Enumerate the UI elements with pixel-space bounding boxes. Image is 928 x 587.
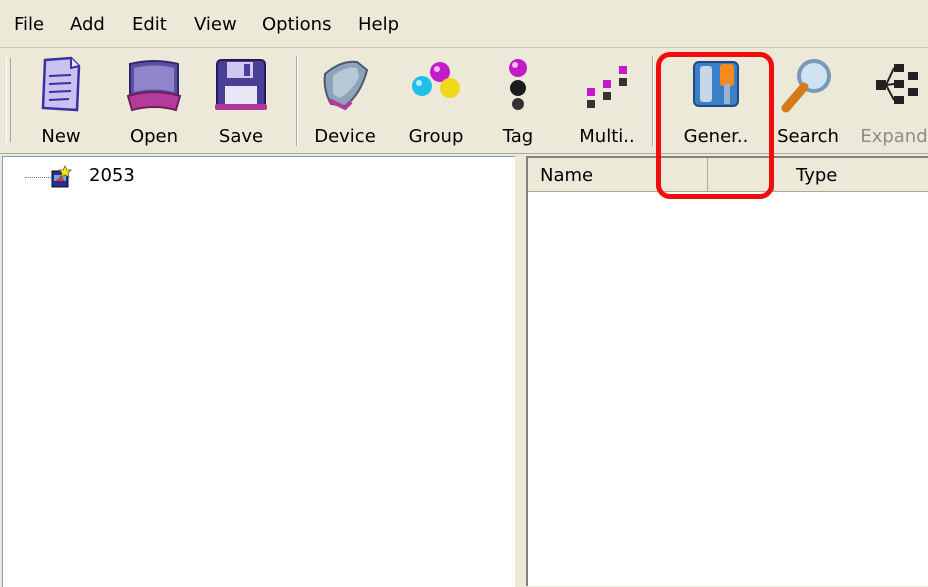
menu-edit[interactable]: Edit bbox=[132, 14, 167, 35]
new-button[interactable]: New bbox=[28, 48, 94, 154]
save-button[interactable]: Save bbox=[206, 48, 276, 154]
tag-balls-icon bbox=[509, 59, 527, 110]
tree-view[interactable]: 2053 bbox=[2, 156, 515, 587]
menu-options[interactable]: Options bbox=[262, 14, 331, 35]
search-label: Search bbox=[777, 126, 839, 147]
column-header-label: Type bbox=[796, 165, 838, 186]
expand-button[interactable]: Expand bbox=[854, 48, 928, 154]
group-button[interactable]: Group bbox=[400, 48, 472, 154]
menu-help[interactable]: Help bbox=[358, 14, 399, 35]
group-balls-icon bbox=[412, 62, 460, 98]
open-button[interactable]: Open bbox=[118, 48, 190, 154]
toolbar-separator-2 bbox=[652, 56, 654, 146]
expand-label: Expand bbox=[860, 126, 928, 147]
floppy-disk-icon bbox=[215, 59, 267, 110]
column-header-label: Name bbox=[540, 165, 594, 186]
document-icon bbox=[41, 56, 81, 112]
menu-bar: File Add Edit View Options Help bbox=[0, 0, 928, 48]
magnifier-icon bbox=[781, 59, 831, 113]
highlight-box bbox=[656, 52, 774, 199]
multi-tags-icon bbox=[587, 66, 627, 108]
toolbar: New Open Save Device Group Tag Multi.. G… bbox=[0, 48, 928, 154]
menu-view[interactable]: View bbox=[194, 14, 237, 35]
project-icon bbox=[51, 165, 72, 188]
search-button[interactable]: Search bbox=[774, 48, 842, 154]
tree-node-label: 2053 bbox=[89, 165, 135, 186]
device-module-icon bbox=[323, 60, 369, 111]
multi-label: Multi.. bbox=[579, 126, 635, 147]
toolbar-grip[interactable] bbox=[6, 58, 11, 142]
tag-label: Tag bbox=[502, 126, 534, 147]
multi-button[interactable]: Multi.. bbox=[574, 48, 640, 154]
list-view[interactable]: Name Type bbox=[526, 156, 928, 586]
group-label: Group bbox=[408, 126, 464, 147]
tree-connector bbox=[25, 177, 51, 178]
column-header-type[interactable]: Type bbox=[774, 158, 928, 192]
toolbar-separator bbox=[296, 56, 298, 146]
open-folder-icon bbox=[126, 60, 182, 112]
save-label: Save bbox=[218, 126, 264, 147]
tree-expand-icon bbox=[876, 64, 918, 104]
open-label: Open bbox=[129, 126, 179, 147]
toolbar-bottom-border bbox=[0, 153, 928, 154]
device-label: Device bbox=[314, 126, 376, 147]
pane-splitter[interactable] bbox=[516, 154, 526, 586]
menu-add[interactable]: Add bbox=[70, 14, 105, 35]
tag-button[interactable]: Tag bbox=[496, 48, 540, 154]
device-button[interactable]: Device bbox=[306, 48, 384, 154]
menu-file[interactable]: File bbox=[14, 14, 44, 35]
new-label: New bbox=[41, 126, 81, 147]
